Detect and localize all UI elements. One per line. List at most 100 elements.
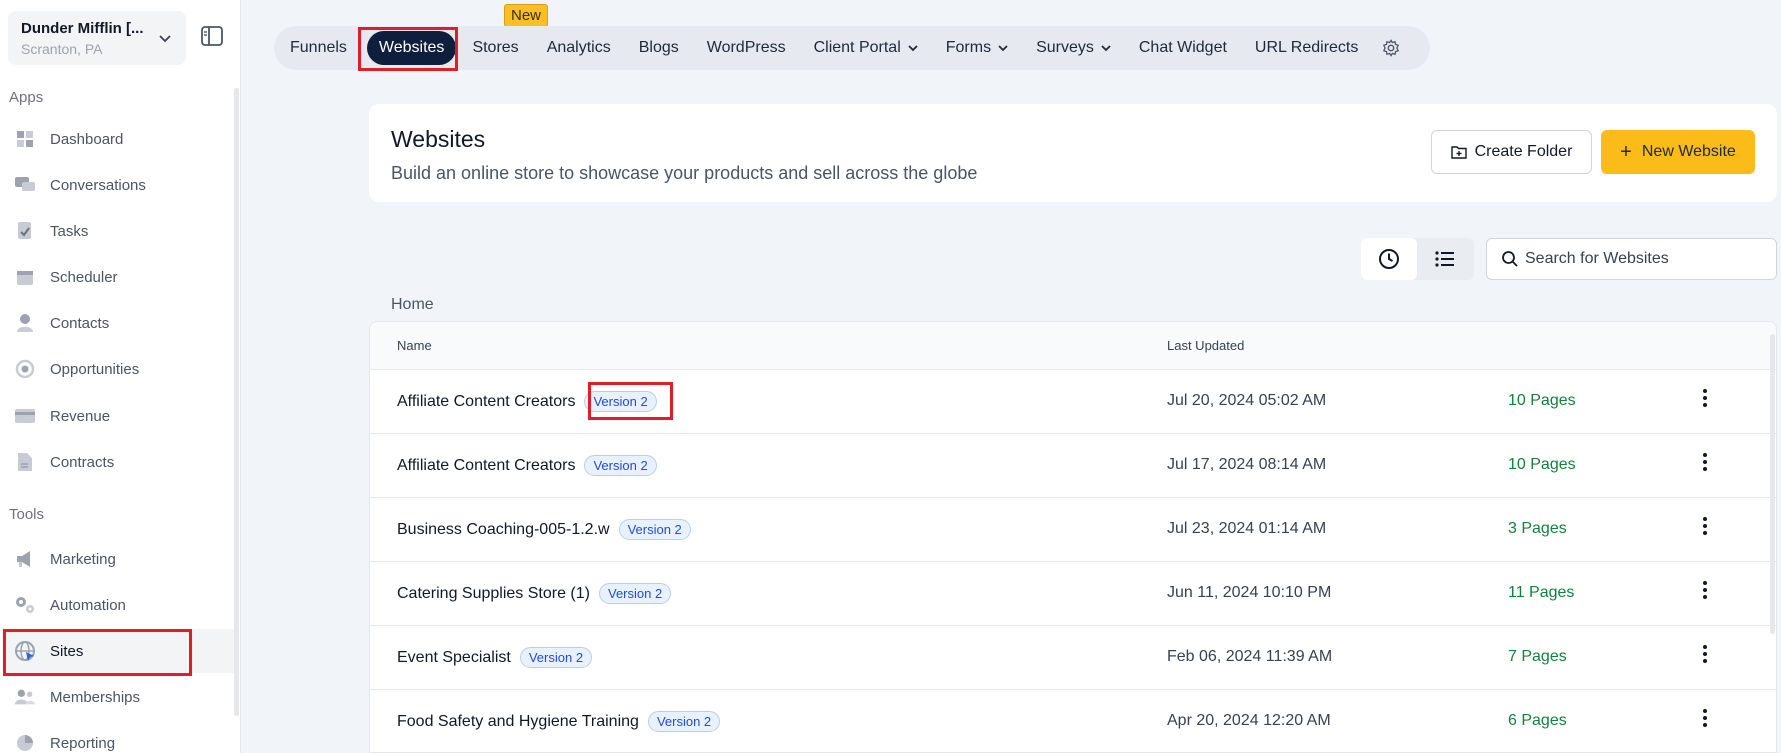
last-updated: Jul 23, 2024 01:14 AM	[1167, 520, 1327, 537]
page-subtitle: Build an online store to showcase your p…	[391, 163, 978, 183]
table-row[interactable]: Catering Supplies Store (1) Version 2 Jun…	[370, 562, 1776, 626]
sidebar-item-opportunities[interactable]: Opportunities	[10, 347, 234, 391]
tab-blogs[interactable]: Blogs	[639, 39, 679, 57]
tab-websites[interactable]: Websites	[366, 31, 457, 65]
list-view-button[interactable]	[1417, 238, 1473, 280]
sidebar-collapse-icon[interactable]	[200, 25, 224, 47]
row-menu-button[interactable]	[1695, 706, 1715, 730]
website-name[interactable]: Event Specialist	[397, 649, 511, 667]
websites-table: Name Last Updated Affiliate Content Crea…	[369, 321, 1777, 753]
tasks-icon	[14, 220, 36, 242]
tab-label: Forms	[945, 39, 992, 56]
sidebar-item-dashboard[interactable]: Dashboard	[10, 117, 234, 161]
table-row[interactable]: Event Specialist Version 2 Feb 06, 2024 1…	[370, 626, 1776, 690]
tab-wordpress[interactable]: WordPress	[707, 39, 786, 57]
search-input[interactable]	[1525, 250, 1755, 268]
sidebar-scrollbar[interactable]	[234, 88, 239, 716]
table-scrollbar[interactable]	[1770, 334, 1775, 634]
sidebar-item-sites[interactable]: Sites	[2, 629, 234, 673]
tools-section-title: Tools	[9, 506, 45, 523]
sidebar-item-contracts[interactable]: Contracts	[10, 440, 234, 484]
version-badge: Version 2	[618, 519, 691, 540]
website-name[interactable]: Business Coaching-005-1.2.w	[397, 521, 610, 539]
tab-surveys[interactable]: Surveys	[1036, 39, 1111, 57]
table-header: Name Last Updated	[370, 322, 1776, 370]
tab-chat-widget[interactable]: Chat Widget	[1139, 39, 1227, 57]
plus-icon: +	[1620, 140, 1632, 163]
breadcrumb[interactable]: Home	[391, 296, 434, 314]
pages-count[interactable]: 10 Pages	[1508, 392, 1576, 410]
row-menu-button[interactable]	[1695, 514, 1715, 538]
row-menu-button[interactable]	[1695, 450, 1715, 474]
version-badge: Version 2	[584, 455, 657, 476]
create-folder-button[interactable]: Create Folder	[1431, 130, 1592, 174]
chevron-down-icon	[159, 35, 171, 43]
tab-label: Surveys	[1036, 39, 1094, 56]
sidebar-item-tasks[interactable]: Tasks	[10, 209, 234, 253]
tab-client-portal[interactable]: Client Portal	[814, 39, 918, 57]
sidebar-item-revenue[interactable]: Revenue	[10, 394, 234, 438]
sidebar-item-label: Revenue	[50, 407, 111, 425]
button-label: Create Folder	[1474, 143, 1573, 160]
website-name-cell: Catering Supplies Store (1) Version 2	[397, 583, 672, 604]
sidebar-item-label: Scheduler	[50, 268, 118, 286]
sidebar-item-scheduler[interactable]: Scheduler	[10, 255, 234, 299]
pie-icon	[14, 732, 36, 753]
sidebar-item-reporting[interactable]: Reporting	[10, 721, 234, 753]
page-header: Websites Build an online store to showca…	[369, 104, 1777, 202]
version-badge: Version 2	[598, 583, 672, 604]
chevron-down-icon	[908, 45, 918, 52]
sidebar-item-automation[interactable]: Automation	[10, 583, 234, 627]
account-name: Dunder Mifflin [...	[21, 20, 144, 37]
pages-count[interactable]: 7 Pages	[1508, 648, 1567, 666]
sidebar-item-marketing[interactable]: Marketing	[10, 537, 234, 581]
tab-analytics[interactable]: Analytics	[547, 39, 611, 57]
new-badge: New	[504, 4, 549, 27]
new-website-button[interactable]: + New Website	[1601, 130, 1755, 174]
pages-count[interactable]: 3 Pages	[1508, 520, 1567, 538]
kebab-menu-icon	[1703, 389, 1707, 407]
sidebar-item-label: Sites	[50, 642, 84, 660]
last-updated: Jul 20, 2024 05:02 AM	[1167, 392, 1327, 409]
version-badge: Version 2	[647, 711, 721, 732]
sidebar-item-memberships[interactable]: Memberships	[10, 675, 234, 719]
table-row[interactable]: Business Coaching-005-1.2.w Version 2 Jul…	[370, 498, 1776, 562]
website-name[interactable]: Affiliate Content Creators	[397, 457, 575, 475]
gear-icon[interactable]	[1382, 39, 1400, 57]
kebab-menu-icon	[1703, 709, 1707, 727]
tab-url-redirects[interactable]: URL Redirects	[1255, 39, 1358, 57]
pages-count[interactable]: 10 Pages	[1508, 456, 1576, 474]
website-name[interactable]: Affiliate Content Creators	[397, 393, 575, 411]
sidebar-item-conversations[interactable]: Conversations	[10, 163, 234, 207]
megaphone-icon	[14, 548, 36, 570]
website-name[interactable]: Food Safety and Hygiene Training	[397, 713, 639, 731]
sidebar-item-label: Conversations	[50, 176, 146, 194]
tab-stores[interactable]: Stores	[472, 39, 518, 57]
row-menu-button[interactable]	[1695, 578, 1715, 602]
top-navigation: Funnels Websites Stores Analytics Blogs …	[274, 26, 1430, 70]
table-row[interactable]: Affiliate Content Creators Version 2 Jul …	[370, 370, 1776, 434]
recent-view-button[interactable]	[1361, 238, 1417, 280]
website-name-cell: Affiliate Content Creators Version 2	[397, 391, 657, 412]
tab-funnels[interactable]: Funnels	[290, 39, 347, 57]
pages-count[interactable]: 11 Pages	[1508, 584, 1574, 602]
table-row[interactable]: Food Safety and Hygiene Training Version …	[370, 690, 1776, 752]
tab-forms[interactable]: Forms	[946, 39, 1008, 57]
view-toggle	[1361, 238, 1474, 280]
table-row[interactable]: Affiliate Content Creators Version 2 Jul …	[370, 434, 1776, 498]
kebab-menu-icon	[1703, 581, 1707, 599]
sidebar-item-contacts[interactable]: Contacts	[10, 301, 234, 345]
dashboard-icon	[14, 128, 36, 150]
page-title: Websites	[391, 126, 486, 152]
column-header-name[interactable]: Name	[397, 338, 432, 353]
sidebar-item-label: Tasks	[50, 222, 89, 240]
account-switcher[interactable]: Dunder Mifflin [... Scranton, PA	[8, 11, 186, 65]
pages-count[interactable]: 6 Pages	[1508, 712, 1567, 730]
column-header-last-updated[interactable]: Last Updated	[1167, 338, 1244, 353]
row-menu-button[interactable]	[1695, 386, 1715, 410]
website-name-cell: Business Coaching-005-1.2.w Version 2	[397, 519, 691, 540]
row-menu-button[interactable]	[1695, 642, 1715, 666]
website-name[interactable]: Catering Supplies Store (1)	[397, 585, 590, 603]
kebab-menu-icon	[1703, 517, 1707, 535]
sidebar-item-label: Opportunities	[50, 360, 140, 378]
